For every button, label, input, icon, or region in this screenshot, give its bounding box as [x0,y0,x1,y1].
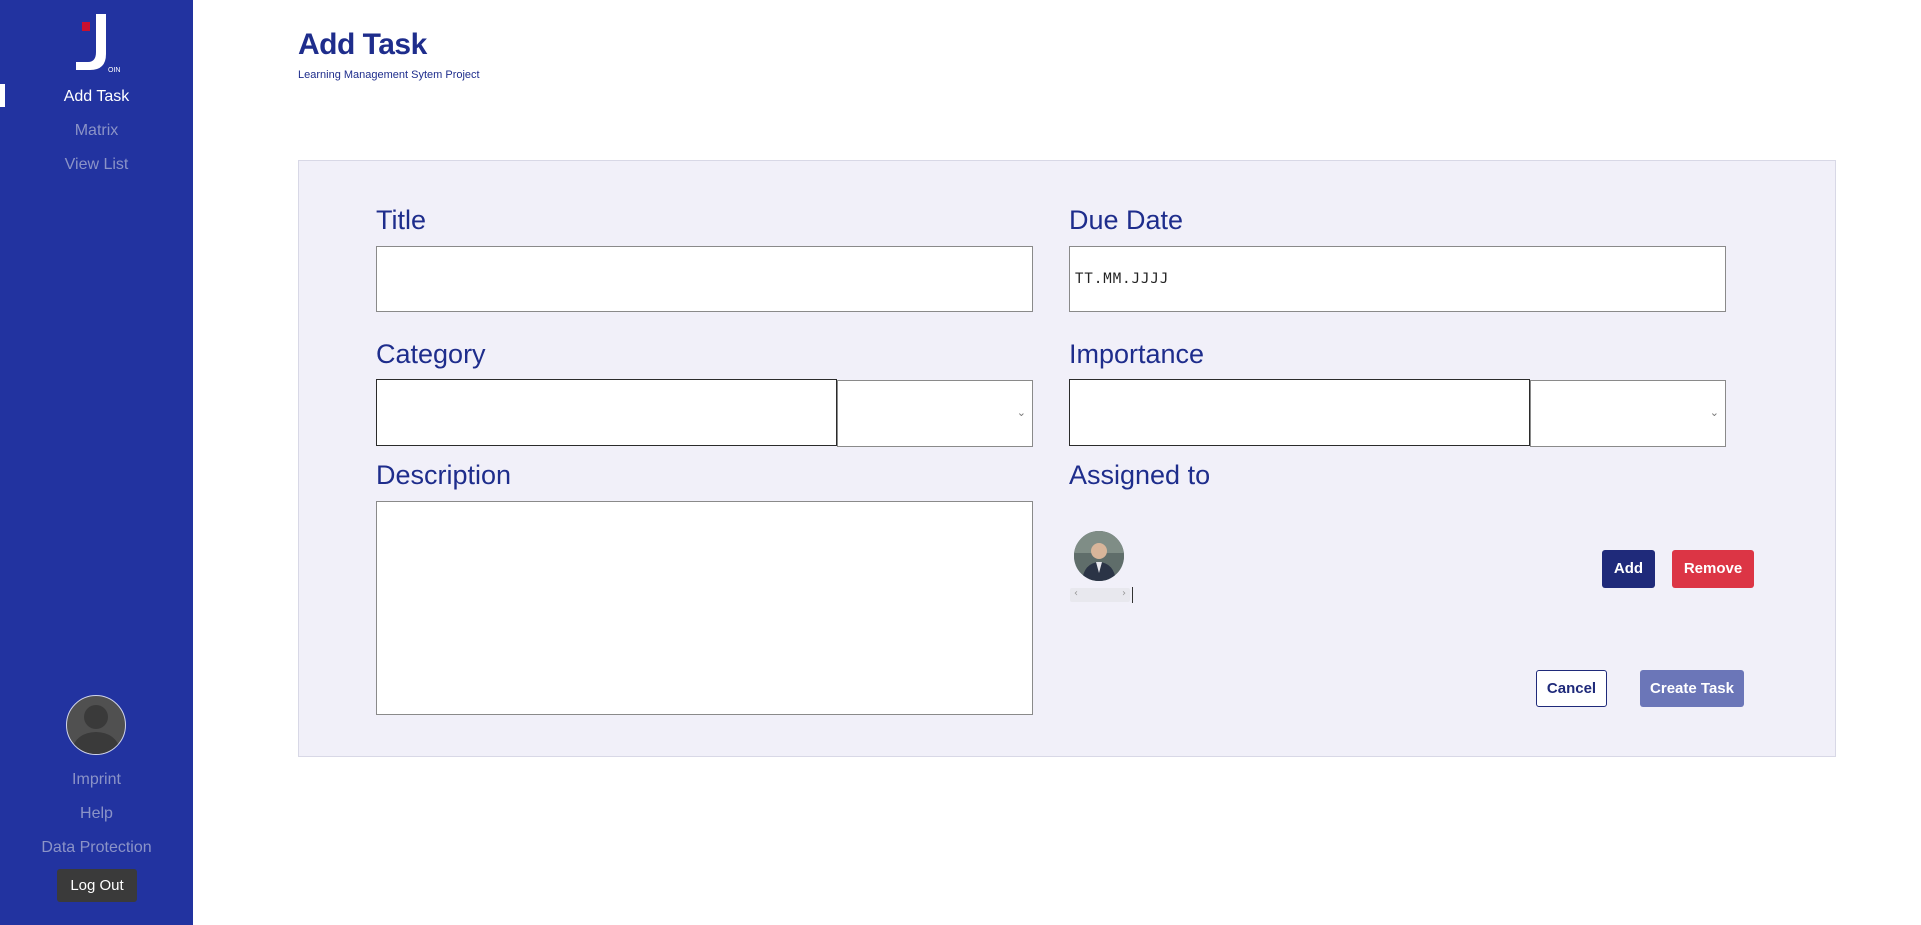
assignee-avatar[interactable] [1074,531,1124,581]
assigned-to-label: Assigned to [1069,460,1211,490]
nav-view-list[interactable]: View List [0,156,193,174]
chevron-left-icon[interactable]: ‹ [1074,588,1078,599]
page-subtitle: Learning Management Sytem Project [298,69,480,81]
link-imprint[interactable]: Imprint [0,771,193,789]
title-input[interactable] [376,246,1033,312]
sidebar: OIN Add Task Matrix View List Imprint He… [0,0,193,925]
assignee-scrollbar[interactable]: ‹ › [1070,588,1130,602]
cancel-button[interactable]: Cancel [1536,670,1607,707]
person-photo-icon [1074,531,1124,581]
link-data-protection[interactable]: Data Protection [0,839,193,857]
due-date-input[interactable]: TT.MM.JJJJ [1069,246,1726,312]
remove-assignee-button[interactable]: Remove [1672,550,1754,588]
user-avatar-icon[interactable] [66,695,126,755]
logo-text: OIN [108,67,120,74]
importance-label: Importance [1069,339,1205,369]
description-textarea[interactable] [376,501,1033,715]
category-select[interactable]: ⌄ [837,380,1033,447]
description-label: Description [376,460,512,490]
chevron-down-icon: ⌄ [1016,406,1026,419]
title-label: Title [376,205,427,235]
create-task-button[interactable]: Create Task [1640,670,1744,707]
logout-button[interactable]: Log Out [57,869,137,902]
chevron-down-icon: ⌄ [1709,406,1719,419]
category-input[interactable] [376,379,837,446]
importance-select[interactable]: ⌄ [1530,380,1726,447]
page-title: Add Task [298,28,427,61]
importance-input[interactable] [1069,379,1530,446]
nav-add-task[interactable]: Add Task [0,88,193,106]
chevron-right-icon[interactable]: › [1122,588,1126,599]
due-date-label: Due Date [1069,205,1184,235]
category-label: Category [376,339,486,369]
due-date-placeholder: TT.MM.JJJJ [1075,271,1170,287]
text-cursor [1132,587,1133,603]
add-assignee-button[interactable]: Add [1602,550,1655,588]
join-logo: OIN [76,14,120,74]
nav-matrix[interactable]: Matrix [0,122,193,140]
link-help[interactable]: Help [0,805,193,823]
